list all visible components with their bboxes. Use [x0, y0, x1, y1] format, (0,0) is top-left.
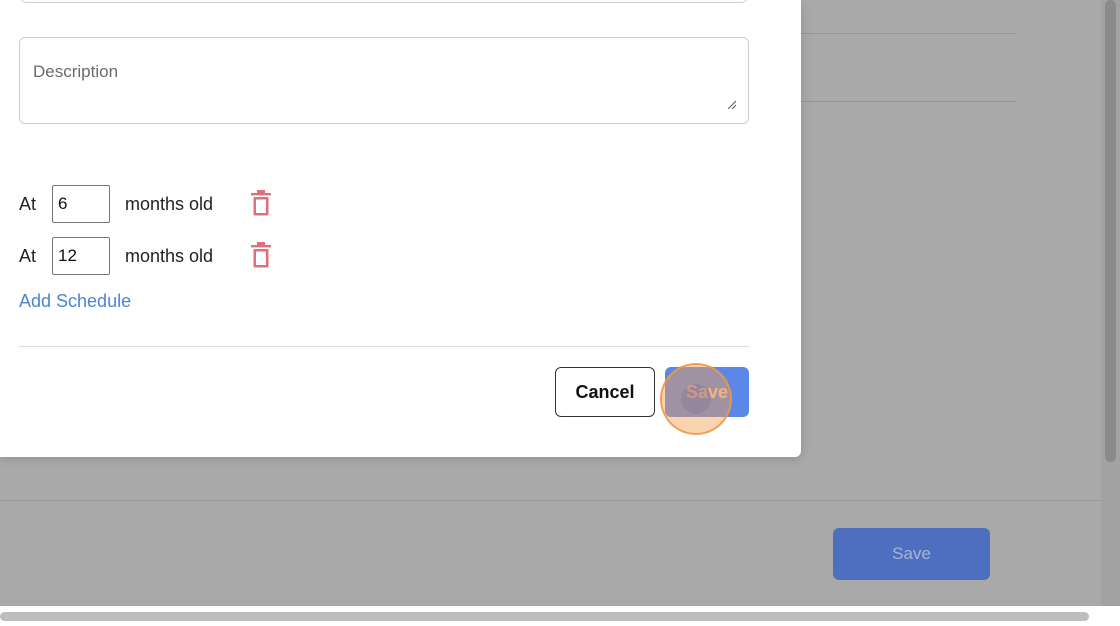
- horizontal-scrollbar-thumb[interactable]: [0, 612, 1089, 621]
- resize-handle-icon[interactable]: [726, 99, 736, 109]
- dialog-footer-divider: [19, 346, 749, 347]
- vertical-scrollbar-thumb[interactable]: [1105, 0, 1116, 462]
- background-footer-divider: [0, 500, 1101, 501]
- description-textarea[interactable]: Description: [19, 37, 749, 124]
- background-divider: [801, 33, 1017, 34]
- cancel-button[interactable]: Cancel: [555, 367, 655, 417]
- background-divider: [801, 101, 1017, 102]
- background-save-button[interactable]: Save: [833, 528, 990, 580]
- months-input[interactable]: 12: [52, 237, 110, 275]
- previous-input-field[interactable]: [19, 0, 749, 3]
- trash-icon[interactable]: [249, 242, 273, 268]
- description-placeholder: Description: [33, 62, 119, 81]
- schedule-prefix-label: At: [19, 194, 37, 214]
- schedule-suffix-label: months old: [125, 194, 214, 214]
- save-button[interactable]: Save: [665, 367, 749, 417]
- schedule-prefix-label: At: [19, 246, 37, 266]
- trash-icon[interactable]: [249, 190, 273, 216]
- add-schedule-link[interactable]: Add Schedule: [19, 291, 131, 312]
- months-input[interactable]: 6: [52, 185, 110, 223]
- schedule-suffix-label: months old: [125, 246, 214, 266]
- schedule-dialog: Description At 6 months old At 12 months…: [0, 0, 801, 457]
